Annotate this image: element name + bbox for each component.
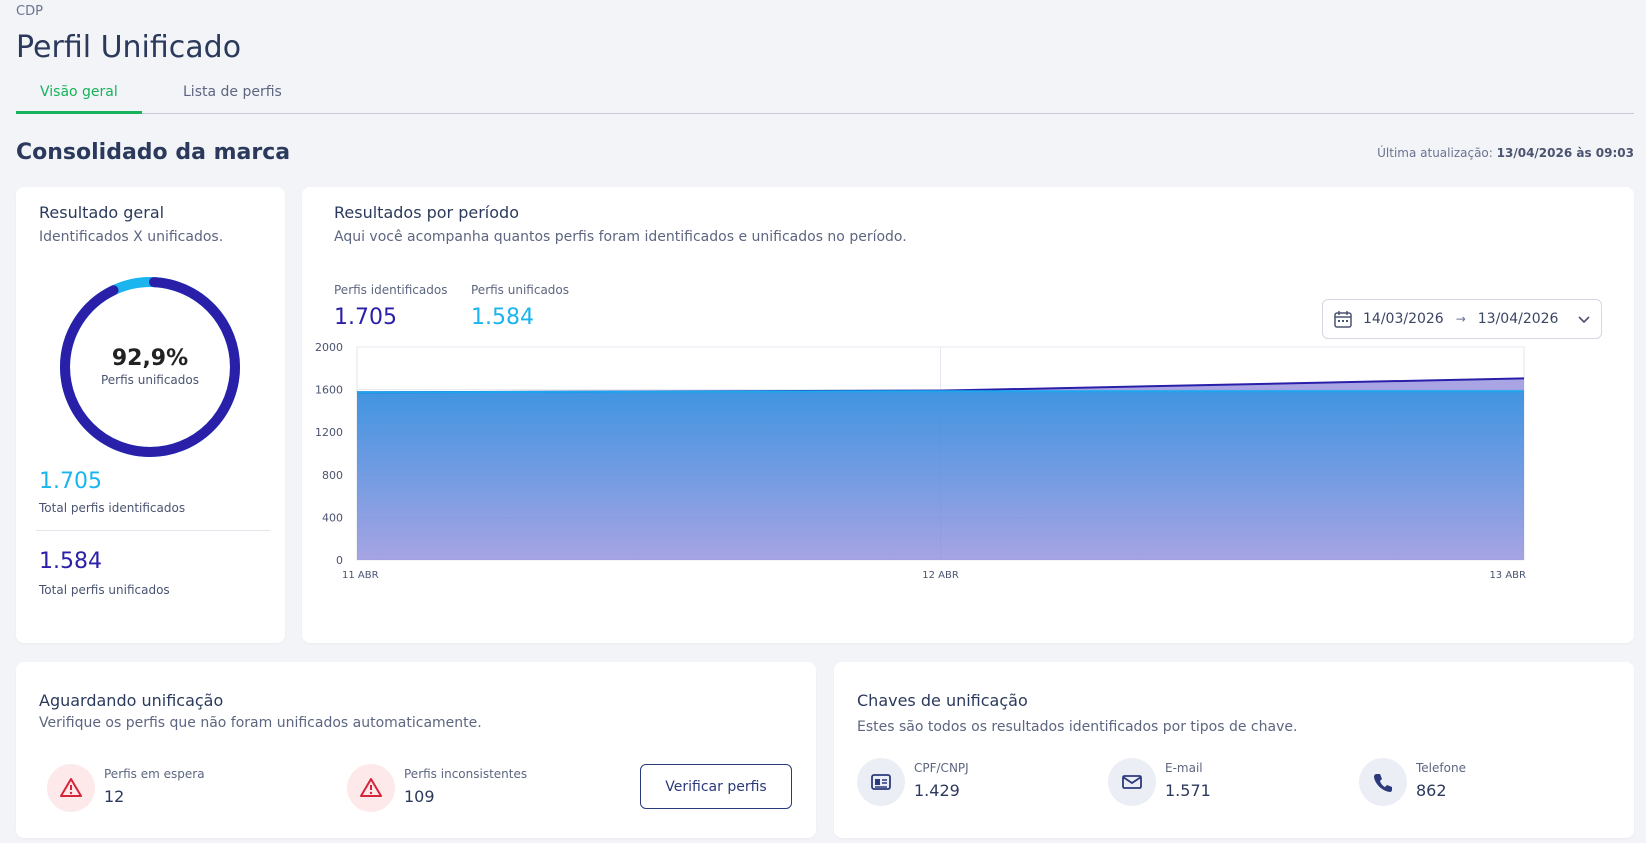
- alert-triangle-icon: [47, 764, 95, 812]
- pending-subtitle: Verifique os perfis que não foram unific…: [39, 715, 482, 731]
- tab-lista-de-perfis[interactable]: Lista de perfis: [159, 84, 306, 114]
- last-update-label: Última atualização:: [1377, 146, 1497, 160]
- x-tick-label: 13 ABR: [1489, 570, 1526, 581]
- keys-title: Chaves de unificação: [857, 691, 1028, 710]
- donut-percent: 92,9%: [111, 346, 189, 371]
- identified-total-label: Total perfis identificados: [39, 501, 186, 515]
- series-line-unified: [356, 390, 1525, 394]
- unified-total-label: Total perfis unificados: [39, 583, 170, 597]
- waiting-value: 12: [104, 787, 125, 806]
- unified-total: 1.584: [39, 549, 102, 574]
- phone-icon: [1359, 758, 1407, 806]
- pending-card: Aguardando unificação Verifique os perfi…: [16, 662, 816, 838]
- key-value-email: 1.571: [1165, 781, 1211, 800]
- x-tick-label: 11 ABR: [342, 570, 379, 581]
- inconsistent-value: 109: [404, 787, 435, 806]
- mail-icon: [1108, 758, 1156, 806]
- key-label-email: E-mail: [1165, 761, 1203, 775]
- y-tick-label: 1600: [315, 384, 343, 397]
- key-value-phone: 862: [1416, 781, 1447, 800]
- overall-title: Resultado geral: [39, 203, 165, 222]
- key-value-cpf: 1.429: [914, 781, 960, 800]
- inconsistent-label: Perfis inconsistentes: [404, 767, 528, 781]
- period-area-chart: 0 400 800 1200 1600 2000 11 ABR 12 ABR 13 ABR: [315, 341, 1526, 581]
- identified-total: 1.705: [39, 469, 102, 494]
- series-area-unified: [357, 391, 1524, 560]
- donut-label: Perfis unificados: [100, 373, 199, 387]
- section-title: Consolidado da marca: [16, 140, 291, 165]
- y-tick-label: 0: [336, 554, 343, 567]
- period-card: Resultados por período Aqui você acompan…: [302, 187, 1634, 643]
- key-label-phone: Telefone: [1416, 761, 1466, 775]
- breadcrumb[interactable]: CDP: [16, 4, 43, 19]
- y-tick-label: 2000: [315, 341, 343, 354]
- id-card-icon: [857, 758, 905, 806]
- y-tick-label: 1200: [315, 426, 343, 439]
- tab-visao-geral[interactable]: Visão geral: [16, 84, 142, 114]
- y-tick-label: 400: [322, 511, 343, 524]
- key-label-cpf: CPF/CNPJ: [914, 761, 969, 775]
- page-title: Perfil Unificado: [16, 30, 242, 65]
- tab-bar: Visão geral Lista de perfis: [16, 78, 1634, 114]
- verify-profiles-button[interactable]: Verificar perfis: [640, 764, 792, 809]
- overall-card: Resultado geral Identificados X unificad…: [16, 187, 285, 643]
- y-tick-label: 800: [322, 469, 343, 482]
- pending-title: Aguardando unificação: [39, 691, 224, 710]
- waiting-label: Perfis em espera: [104, 767, 205, 781]
- keys-subtitle: Estes são todos os resultados identifica…: [857, 719, 1298, 735]
- last-update: Última atualização: 13/04/2026 às 09:03: [1377, 146, 1634, 160]
- donut-chart: 92,9% Perfis unificados: [57, 274, 243, 460]
- keys-card: Chaves de unificação Estes são todos os …: [834, 662, 1634, 838]
- x-tick-label: 12 ABR: [922, 570, 959, 581]
- overall-subtitle: Identificados X unificados.: [39, 229, 224, 245]
- last-update-value: 13/04/2026 às 09:03: [1496, 146, 1634, 160]
- divider: [36, 530, 270, 531]
- alert-triangle-icon: [347, 764, 395, 812]
